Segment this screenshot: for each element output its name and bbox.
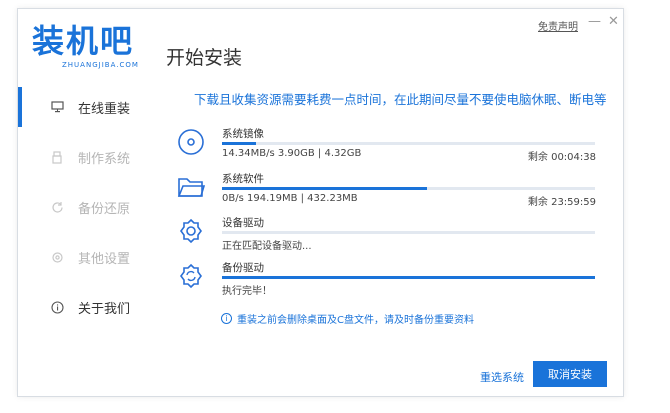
task-name: 备份驱动 (222, 262, 264, 274)
sidebar-item-online-reinstall[interactable]: 在线重装 (18, 87, 158, 127)
reselect-system-link[interactable]: 重选系统 (480, 369, 524, 385)
gear-icon (176, 216, 206, 246)
task-status: 14.34MB/s 3.90GB | 4.32GB (222, 148, 362, 159)
sidebar-item-label: 备份还原 (78, 201, 131, 217)
task-status: 0B/s 194.19MB | 432.23MB (222, 193, 358, 204)
disclaimer-link[interactable]: 免责声明 (538, 18, 578, 33)
sidebar-item-label: 其他设置 (78, 251, 131, 267)
sidebar: 在线重装 制作系统 备份还原 其他设置 关于我们 (18, 87, 158, 347)
minimize-button[interactable]: — (588, 14, 601, 29)
task-name: 系统镜像 (222, 128, 264, 140)
page-title: 开始安装 (166, 47, 243, 69)
sidebar-item-label: 制作系统 (78, 151, 131, 167)
sidebar-item-other-settings[interactable]: 其他设置 (18, 237, 158, 277)
logo-text: 装机吧 (32, 22, 135, 60)
task-name: 系统软件 (222, 173, 264, 185)
monitor-icon (50, 101, 64, 113)
task-status: 执行完毕！ (222, 286, 272, 297)
gear-refresh-icon (176, 261, 206, 291)
sidebar-item-about-us[interactable]: 关于我们 (18, 287, 158, 327)
backup-icon (50, 201, 64, 214)
progress-fill (222, 276, 595, 279)
logo-subtext: ZHUANGJIBA.COM (62, 61, 139, 69)
folder-icon (176, 172, 206, 202)
task-backup-driver: 备份驱动 执行完毕！ (176, 261, 596, 305)
usb-icon (50, 150, 64, 164)
progress-fill (222, 187, 428, 190)
progress-fill (222, 142, 256, 145)
settings-icon (50, 251, 64, 264)
warning-text: 重装之前会删除桌面及C盘文件，请及时备份重要资料 (237, 315, 474, 326)
task-remaining: 剩余 00:04:38 (527, 152, 596, 163)
info-icon (50, 300, 64, 314)
task-remaining: 剩余 23:59:59 (527, 197, 596, 208)
notice-text: 下载且收集资源需要耗费一点时间，在此期间尽量不要使电脑休眠、断电等 (194, 92, 607, 107)
warning-message: i 重装之前会删除桌面及C盘文件，请及时备份重要资料 (221, 311, 474, 326)
sidebar-item-make-system[interactable]: 制作系统 (18, 137, 158, 177)
progress-track (222, 231, 595, 234)
task-name: 设备驱动 (222, 217, 264, 229)
logo: 装机吧 ZHUANGJIBA.COM (32, 23, 147, 83)
installer-window: 装机吧 ZHUANGJIBA.COM 开始安装 免责声明 — ✕ 在线重装 制作… (17, 8, 624, 397)
task-status: 正在匹配设备驱动... (222, 241, 312, 252)
task-system-image: 系统镜像 14.34MB/s 3.90GB | 4.32GB 剩余 00:04:… (176, 127, 596, 171)
sidebar-item-label: 在线重装 (78, 101, 131, 117)
sidebar-item-label: 关于我们 (78, 301, 131, 317)
sidebar-item-backup-restore[interactable]: 备份还原 (18, 187, 158, 227)
active-indicator (18, 87, 22, 127)
close-button[interactable]: ✕ (608, 14, 619, 29)
info-icon: i (221, 313, 232, 324)
progress-track (222, 142, 595, 145)
task-device-driver: 设备驱动 正在匹配设备驱动... (176, 216, 596, 260)
progress-track (222, 276, 595, 279)
cancel-install-button[interactable]: 取消安装 (533, 361, 607, 387)
task-system-software: 系统软件 0B/s 194.19MB | 432.23MB 剩余 23:59:5… (176, 172, 596, 216)
disc-icon (176, 127, 206, 157)
progress-track (222, 187, 595, 190)
